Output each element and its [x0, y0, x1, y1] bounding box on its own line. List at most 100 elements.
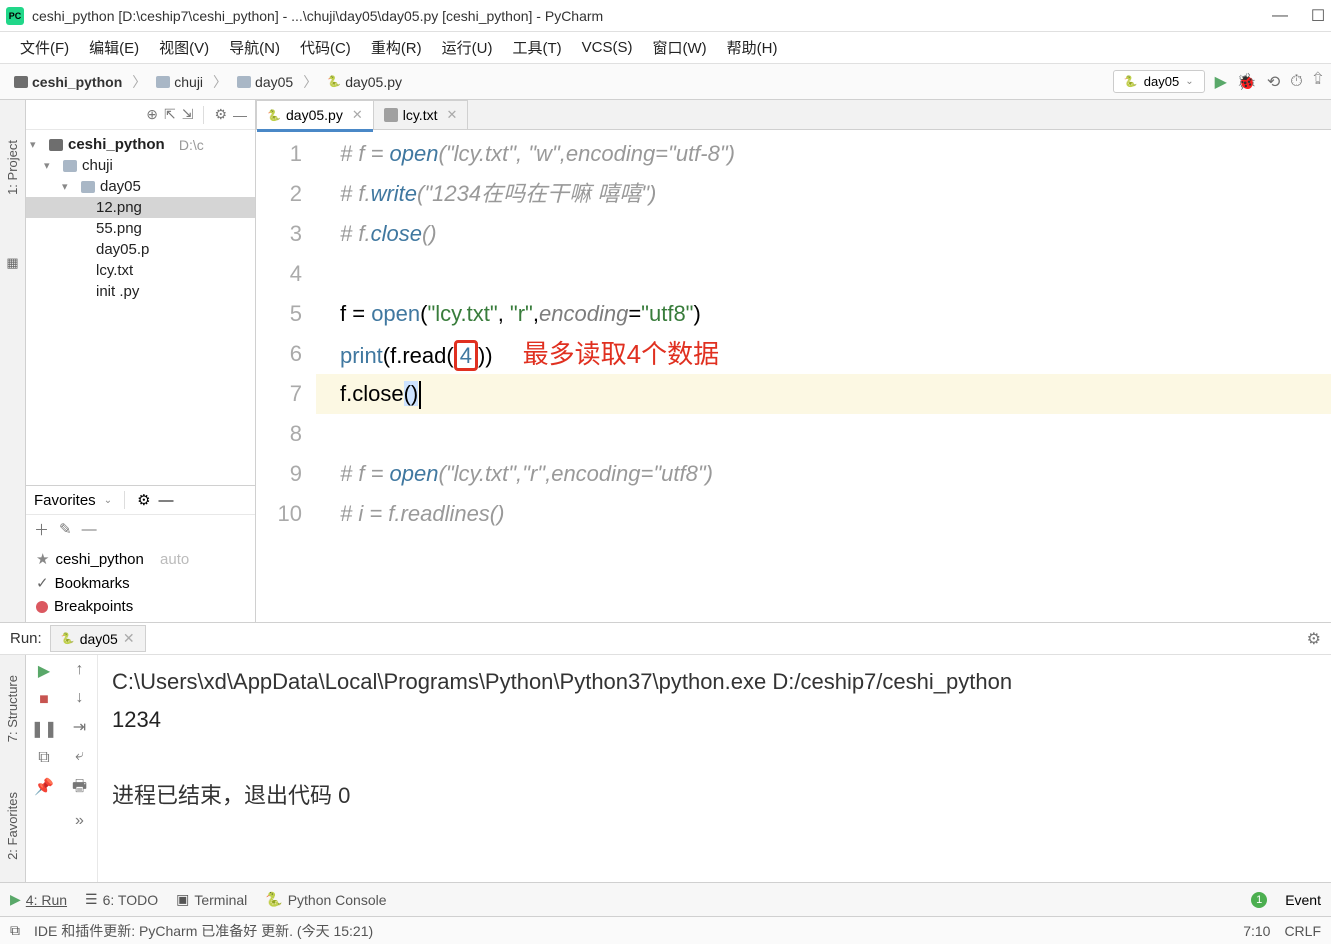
code-body[interactable]: # f = open("lcy.txt", "w",encoding="utf-… [316, 130, 1331, 622]
rerun-button[interactable]: ▶ [38, 661, 50, 681]
crumb-file[interactable]: day05.py [321, 72, 408, 92]
down-button[interactable]: ↓ [76, 689, 84, 707]
toolbar: ceshi_python 〉 chuji 〉 day05 〉 day05.py … [0, 64, 1331, 100]
console-exit: 进程已结束，退出代码 0 [112, 777, 1317, 815]
crumb-day05[interactable]: day05 [231, 72, 299, 92]
close-icon[interactable]: ✕ [352, 107, 363, 123]
tree-chuji[interactable]: ▾chuji [26, 155, 255, 176]
up-button[interactable]: ↑ [76, 661, 84, 679]
run-config-name: day05 [1144, 74, 1179, 89]
tree-initpy[interactable]: init .py [26, 281, 255, 302]
remove-favorite-button[interactable]: — [82, 521, 97, 538]
close-icon[interactable]: ✕ [123, 630, 135, 647]
chevron-down-icon[interactable]: ⌄ [104, 495, 112, 506]
debug-button[interactable]: 🐞 [1237, 72, 1257, 92]
tool-run[interactable]: ▶4: Run [10, 891, 67, 908]
menu-run[interactable]: 运行(U) [434, 33, 501, 62]
run-config-selector[interactable]: day05 ⌄ [1113, 70, 1205, 93]
window-title: ceshi_python [D:\ceship7\ceshi_python] -… [32, 8, 1273, 24]
project-tree[interactable]: ▾ceshi_python D:\c ▾chuji ▾day05 12.png … [26, 130, 255, 485]
crumb-chuji[interactable]: chuji [150, 72, 209, 92]
run-panel-header: Run: day05✕ ⚙ [0, 623, 1331, 655]
fav-breakpoints[interactable]: Breakpoints [26, 595, 255, 618]
code-editor[interactable]: 12345678910 # f = open("lcy.txt", "w",en… [256, 130, 1331, 622]
maximize-icon[interactable]: ☐ [1311, 9, 1325, 23]
collapse-icon[interactable]: ⇲ [182, 106, 194, 123]
add-favorite-button[interactable]: ＋ [34, 519, 49, 540]
hide-icon[interactable]: — [159, 492, 174, 509]
run-button[interactable]: ▶ [1215, 72, 1227, 92]
coverage-button[interactable]: ⟲ [1267, 72, 1280, 92]
pause-button[interactable]: ❚❚ [31, 719, 58, 739]
menu-tools[interactable]: 工具(T) [504, 33, 569, 62]
softwrap-button[interactable]: ⤶ [75, 747, 84, 765]
favorites-title[interactable]: Favorites [34, 492, 96, 509]
hide-icon[interactable]: — [233, 107, 247, 123]
tree-55png[interactable]: 55.png [26, 218, 255, 239]
menu-view[interactable]: 视图(V) [151, 33, 217, 62]
find-button[interactable]: ⮸ [1313, 68, 1323, 95]
stop-button[interactable]: ■ [39, 691, 49, 709]
profile-button[interactable]: ⏱ [1290, 73, 1302, 91]
menu-help[interactable]: 帮助(H) [719, 33, 786, 62]
project-tool-label[interactable]: 1: Project [5, 140, 20, 195]
menu-edit[interactable]: 编辑(E) [81, 33, 147, 62]
gear-icon[interactable]: ⚙ [137, 491, 150, 509]
layout-button[interactable]: ⧉ [38, 749, 49, 767]
project-icon[interactable]: ▦ [6, 255, 18, 271]
tool-pyconsole[interactable]: 🐍Python Console [265, 891, 386, 908]
editor-tabs: day05.py✕ lcy.txt✕ [256, 100, 1331, 130]
tree-day05py[interactable]: day05.p [26, 239, 255, 260]
menu-refactor[interactable]: 重构(R) [363, 33, 430, 62]
tool-terminal[interactable]: ▣Terminal [176, 891, 247, 908]
check-icon: ✓ [36, 574, 49, 592]
tab-day05[interactable]: day05.py✕ [256, 100, 374, 129]
run-tool-column-1: ▶ ■ ❚❚ ⧉ 📌 [26, 655, 62, 882]
edit-favorite-button[interactable]: ✎ [59, 520, 72, 538]
step-button[interactable]: » [75, 812, 84, 830]
side-tool-gutter: 7: Structure 2: Favorites [0, 655, 26, 882]
status-icon[interactable]: ⧉ [10, 922, 20, 939]
fav-bookmarks[interactable]: ✓Bookmarks [26, 571, 255, 595]
pin-button[interactable]: 📌 [34, 777, 54, 797]
menu-navigate[interactable]: 导航(N) [221, 33, 288, 62]
wrap-button[interactable]: ⇥ [73, 717, 86, 737]
gear-icon[interactable]: ⚙ [1307, 629, 1321, 649]
structure-tool-label[interactable]: 7: Structure [5, 675, 20, 742]
gear-icon[interactable]: ⚙ [214, 106, 227, 123]
project-panel: ⊕ ⇱ ⇲ ⚙ — ▾ceshi_python D:\c ▾chuji ▾day… [26, 100, 256, 622]
menu-file[interactable]: 文件(F) [12, 33, 77, 62]
fav-ceshi[interactable]: ★ceshi_python auto [26, 547, 255, 571]
star-icon: ★ [36, 550, 49, 568]
event-log-label[interactable]: Event [1285, 892, 1321, 908]
folder-icon [63, 160, 77, 172]
main-area: 1: Project ▦ ⊕ ⇱ ⇲ ⚙ — ▾ceshi_python D:\… [0, 100, 1331, 622]
cursor-position[interactable]: 7:10 [1243, 923, 1270, 939]
event-badge[interactable]: 1 [1251, 892, 1267, 908]
favorites-list: ★ceshi_python auto ✓Bookmarks Breakpoint… [26, 543, 255, 622]
console-output[interactable]: C:\Users\xd\AppData\Local\Programs\Pytho… [98, 655, 1331, 882]
print-button[interactable]: 🖶 [72, 775, 87, 802]
tree-root[interactable]: ▾ceshi_python D:\c [26, 134, 255, 155]
console-command: C:\Users\xd\AppData\Local\Programs\Pytho… [112, 663, 1317, 701]
expand-icon[interactable]: ⇱ [164, 106, 176, 123]
menu-window[interactable]: 窗口(W) [644, 33, 714, 62]
tool-todo[interactable]: ☰6: TODO [85, 891, 158, 908]
crumb-root[interactable]: ceshi_python [8, 72, 128, 92]
menu-vcs[interactable]: VCS(S) [574, 35, 641, 60]
tab-lcy[interactable]: lcy.txt✕ [373, 100, 469, 129]
minimize-icon[interactable]: — [1273, 9, 1287, 23]
tree-day05[interactable]: ▾day05 [26, 176, 255, 197]
tree-12png[interactable]: 12.png [26, 197, 255, 218]
chevron-icon: 〉 [130, 72, 148, 92]
target-icon[interactable]: ⊕ [146, 106, 158, 123]
menubar: 文件(F) 编辑(E) 视图(V) 导航(N) 代码(C) 重构(R) 运行(U… [0, 32, 1331, 64]
folder-icon [81, 181, 95, 193]
close-icon[interactable]: ✕ [446, 107, 457, 123]
run-tab-day05[interactable]: day05✕ [50, 625, 146, 652]
line-separator[interactable]: CRLF [1284, 923, 1321, 939]
chevron-icon: 〉 [211, 72, 229, 92]
menu-code[interactable]: 代码(C) [292, 33, 359, 62]
favorites-tool-label[interactable]: 2: Favorites [5, 792, 20, 860]
tree-lcytxt[interactable]: lcy.txt [26, 260, 255, 281]
